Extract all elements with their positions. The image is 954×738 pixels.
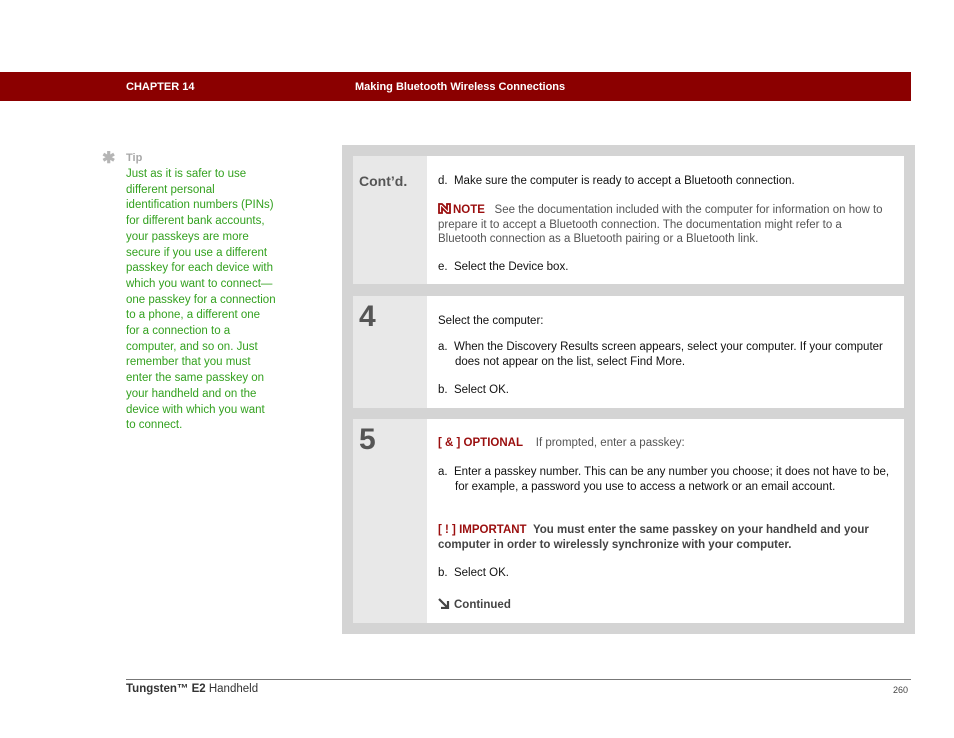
step-number-column: Cont’d. bbox=[353, 156, 427, 284]
continued-label: Continued bbox=[454, 599, 511, 611]
tip-label: Tip bbox=[126, 152, 143, 164]
step-item-b: b. Select OK. bbox=[438, 384, 509, 396]
asterisk-icon: ✱ bbox=[102, 150, 116, 167]
steps-panel: Cont’d. d. Make sure the computer is rea… bbox=[342, 145, 915, 634]
contd-label: Cont’d. bbox=[359, 173, 408, 189]
step-body: [ & ] OPTIONAL If prompted, enter a pass… bbox=[427, 419, 904, 623]
step-item-a: a. When the Discovery Results screen app… bbox=[438, 341, 883, 368]
footer-product-name: Tungsten™ E2 Handheld bbox=[126, 683, 258, 695]
optional-text: If prompted, enter a passkey: bbox=[535, 437, 685, 449]
step-number: 4 bbox=[359, 300, 376, 333]
product-name-bold: Tungsten™ E2 bbox=[126, 683, 206, 695]
note-label: NOTE bbox=[453, 204, 485, 216]
chapter-number: CHAPTER 14 bbox=[126, 81, 195, 93]
step-body: Select the computer: a. When the Discove… bbox=[427, 296, 904, 408]
step-intro: Select the computer: bbox=[438, 315, 544, 327]
important-label: [ ! ] IMPORTANT bbox=[438, 524, 527, 536]
continued-link[interactable]: Continued bbox=[438, 598, 892, 613]
step-contd: Cont’d. d. Make sure the computer is rea… bbox=[353, 156, 904, 284]
step-item-e: e. Select the Device box. bbox=[438, 261, 569, 273]
important-block: [ ! ] IMPORTANT You must enter the same … bbox=[438, 523, 892, 552]
step-number: 5 bbox=[359, 423, 376, 456]
step-number-column: 4 bbox=[353, 296, 427, 408]
note-text: See the documentation included with the … bbox=[438, 204, 883, 246]
optional-block: [ & ] OPTIONAL If prompted, enter a pass… bbox=[438, 436, 892, 451]
optional-label: [ & ] OPTIONAL bbox=[438, 437, 523, 449]
product-name-rest: Handheld bbox=[205, 683, 259, 695]
step-body: d. Make sure the computer is ready to ac… bbox=[427, 156, 904, 284]
step-4: 4 Select the computer: a. When the Disco… bbox=[353, 296, 904, 408]
footer-divider bbox=[126, 679, 911, 680]
step-item-d: d. Make sure the computer is ready to ac… bbox=[438, 175, 795, 187]
chapter-title: Making Bluetooth Wireless Connections bbox=[355, 81, 566, 93]
note-block: NOTE See the documentation included with… bbox=[438, 203, 892, 247]
page-number: 260 bbox=[893, 685, 909, 695]
note-icon bbox=[438, 203, 451, 214]
step-number-column: 5 bbox=[353, 419, 427, 623]
step-item-a: a. Enter a passkey number. This can be a… bbox=[438, 466, 890, 493]
step-5: 5 [ & ] OPTIONAL If prompted, enter a pa… bbox=[353, 419, 904, 623]
tip-text: Just as it is safer to use different per… bbox=[126, 168, 276, 432]
arrow-down-right-icon bbox=[438, 598, 450, 609]
step-item-b: b. Select OK. bbox=[438, 567, 509, 579]
